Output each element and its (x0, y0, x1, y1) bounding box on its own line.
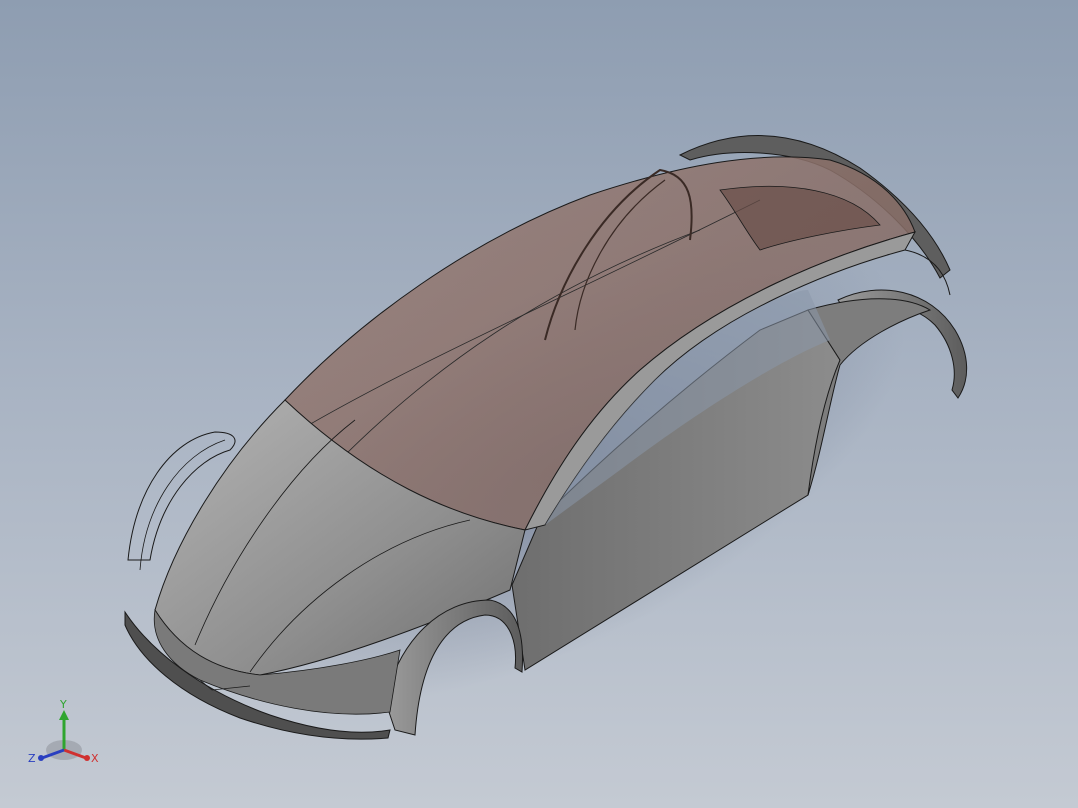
z-axis-tip (38, 755, 44, 761)
y-axis-label: Y (59, 698, 67, 711)
z-axis-label: Z (28, 752, 36, 765)
car-body-model[interactable] (0, 0, 1078, 808)
x-axis-label: X (91, 752, 99, 765)
graphics-viewport[interactable]: Y X Z (0, 0, 1078, 808)
y-axis-arrow (59, 710, 69, 720)
view-triad[interactable]: Y X Z (26, 694, 106, 774)
x-axis-tip (84, 755, 90, 761)
